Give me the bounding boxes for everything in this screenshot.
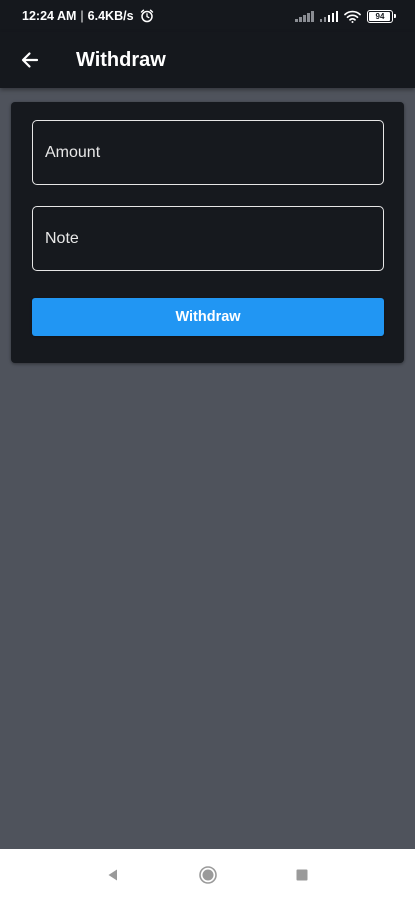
- status-bar: 12:24 AM | 6.4KB/s 94: [0, 0, 415, 32]
- withdraw-form-card: Withdraw: [11, 102, 404, 363]
- page-title: Withdraw: [76, 48, 166, 71]
- app-bar: Withdraw: [0, 32, 415, 88]
- status-left: 12:24 AM | 6.4KB/s: [22, 9, 154, 23]
- nav-home-button[interactable]: [196, 863, 220, 887]
- signal-icon: [319, 10, 338, 22]
- amount-input[interactable]: [45, 121, 383, 184]
- signal-icon: [295, 10, 314, 22]
- network-speed: 6.4KB/s: [87, 9, 134, 23]
- back-triangle-icon: [105, 867, 121, 883]
- home-circle-icon: [198, 865, 218, 885]
- note-field[interactable]: [32, 206, 384, 271]
- wifi-icon: [344, 10, 361, 23]
- system-nav-bar: [0, 849, 415, 900]
- status-time: 12:24 AM: [22, 9, 77, 23]
- back-button[interactable]: [0, 32, 60, 88]
- recents-square-icon: [295, 868, 309, 882]
- arrow-left-icon: [20, 50, 40, 70]
- nav-recents-button[interactable]: [290, 863, 314, 887]
- status-right: 94: [295, 9, 396, 23]
- amount-field[interactable]: [32, 120, 384, 185]
- status-separator: |: [80, 9, 84, 23]
- battery-level: 94: [375, 11, 385, 21]
- battery-icon: 94: [367, 9, 396, 23]
- withdraw-button[interactable]: Withdraw: [32, 298, 384, 336]
- alarm-icon: [140, 9, 154, 23]
- note-input[interactable]: [45, 207, 383, 270]
- nav-back-button[interactable]: [101, 863, 125, 887]
